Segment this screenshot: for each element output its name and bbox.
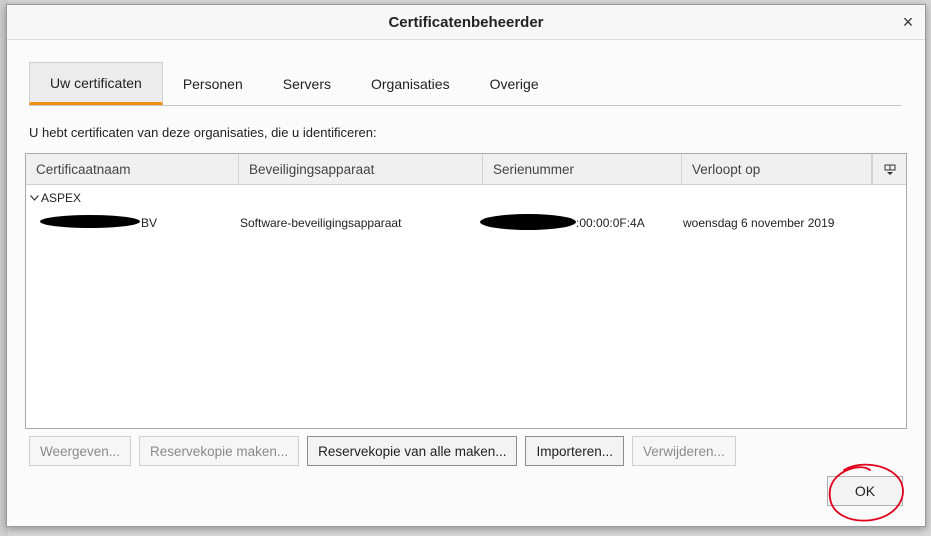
column-header-expires[interactable]: Verloopt op bbox=[682, 154, 872, 185]
column-header-device[interactable]: Beveiligingsapparaat bbox=[239, 154, 483, 185]
view-button[interactable]: Weergeven... bbox=[29, 436, 132, 466]
tab-authorities[interactable]: Organisaties bbox=[351, 62, 470, 105]
serial-suffix: :00:00:0F:4A bbox=[576, 216, 645, 230]
serial-cell: :00:00:0F:4A bbox=[480, 209, 680, 237]
chevron-down-icon[interactable] bbox=[30, 193, 40, 204]
column-header-serial[interactable]: Serienummer bbox=[483, 154, 682, 185]
table-row[interactable]: BV Software-beveiligingsapparaat :00:00:… bbox=[26, 209, 906, 237]
device-cell: Software-beveiligingsapparaat bbox=[240, 216, 402, 230]
group-row-aspex[interactable]: ASPEX bbox=[26, 187, 906, 209]
delete-button[interactable]: Verwijderen... bbox=[632, 436, 736, 466]
import-button[interactable]: Importeren... bbox=[525, 436, 625, 466]
backup-button[interactable]: Reservekopie maken... bbox=[139, 436, 300, 466]
table-header: Certificaatnaam Beveiligingsapparaat Ser… bbox=[26, 154, 906, 185]
tab-people[interactable]: Personen bbox=[163, 62, 263, 105]
certificate-tree[interactable]: Certificaatnaam Beveiligingsapparaat Ser… bbox=[25, 153, 907, 429]
cert-name-suffix: BV bbox=[141, 216, 158, 230]
ok-button[interactable]: OK bbox=[827, 476, 903, 506]
title-bar: Certificatenbeheerder × bbox=[7, 5, 925, 40]
cert-name-cell: BV bbox=[40, 209, 240, 237]
tab-servers[interactable]: Servers bbox=[263, 62, 351, 105]
close-icon[interactable]: × bbox=[899, 13, 917, 31]
expires-cell: woensdag 6 november 2019 bbox=[683, 216, 835, 230]
dialog-title: Certificatenbeheerder bbox=[388, 13, 544, 31]
column-header-name[interactable]: Certificaatnaam bbox=[26, 154, 239, 185]
tab-bar: Uw certificaten Personen Servers Organis… bbox=[29, 62, 902, 106]
certificate-manager-dialog: Certificatenbeheerder × Uw certificaten … bbox=[6, 4, 926, 527]
intro-text: U hebt certificaten van deze organisatie… bbox=[29, 125, 377, 140]
tab-your-certificates[interactable]: Uw certificaten bbox=[29, 62, 163, 105]
redaction-mark bbox=[40, 215, 140, 228]
column-picker-icon[interactable] bbox=[872, 154, 906, 185]
action-buttons: Weergeven... Reservekopie maken... Reser… bbox=[29, 436, 736, 466]
group-name: ASPEX bbox=[41, 191, 82, 205]
redaction-mark bbox=[480, 214, 576, 230]
backup-all-button[interactable]: Reservekopie van alle maken... bbox=[307, 436, 518, 466]
tab-other[interactable]: Overige bbox=[470, 62, 559, 105]
